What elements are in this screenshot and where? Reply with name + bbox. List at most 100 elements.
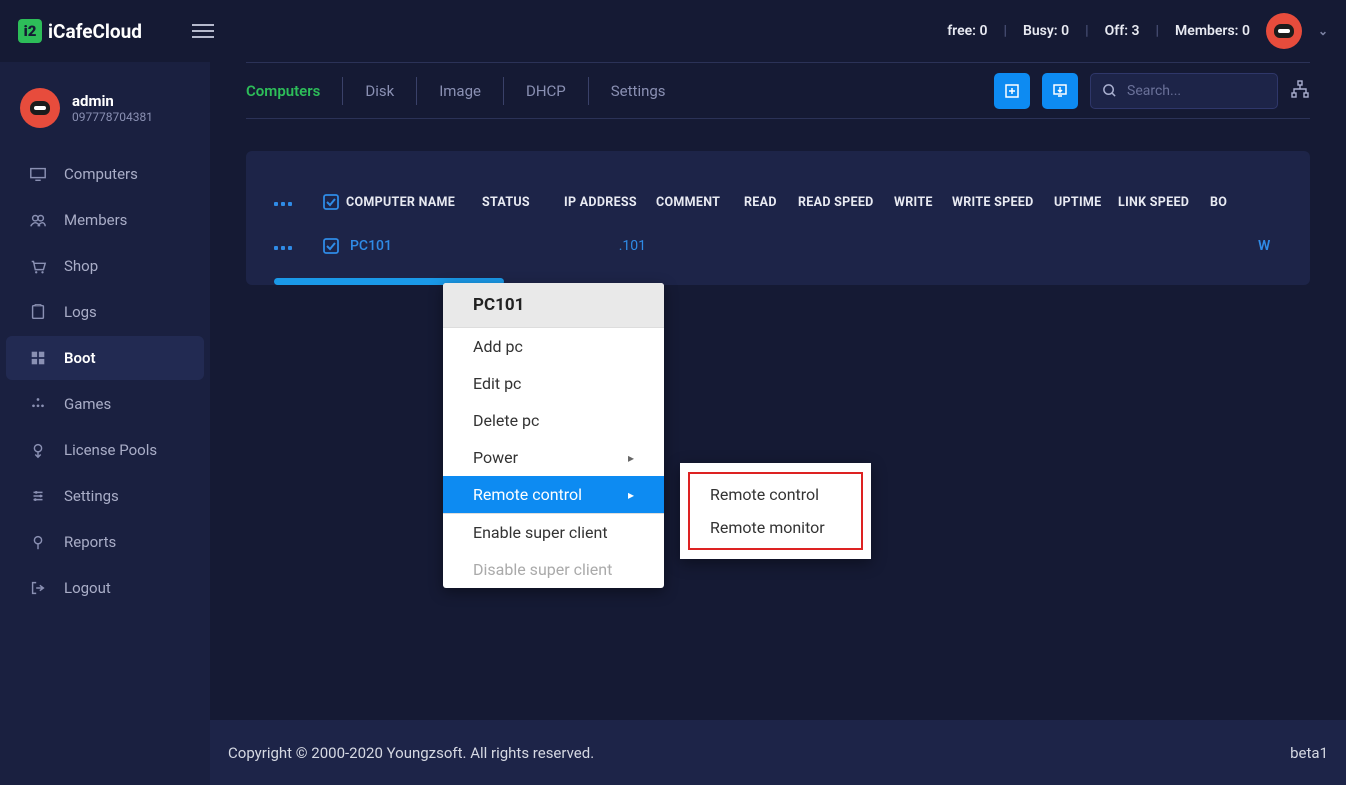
install-button[interactable] [1042,73,1078,109]
main-panel: ComputersDiskImageDHCPSettings [210,62,1346,785]
logs-icon [28,303,48,321]
games-icon [28,395,48,413]
col-write-speed[interactable]: WRITE SPEED [952,195,1054,210]
shop-icon [28,257,48,275]
tabs-row: ComputersDiskImageDHCPSettings [246,62,1310,119]
search-icon [1091,83,1127,98]
table-row[interactable]: PC101 .101 W [246,225,1310,285]
sidebar-item-reports[interactable]: Reports [6,520,204,564]
brand-text: iCafeCloud [48,20,142,43]
license-icon [28,441,48,459]
context-menu: PC101 Add pcEdit pcDelete pcPowerRemote … [443,283,664,588]
col-boot[interactable]: BO [1210,195,1234,210]
ctx-delete-pc[interactable]: Delete pc [443,402,664,439]
sidebar-user: admin 097778704381 [0,80,210,150]
col-read[interactable]: READ [744,195,798,210]
separator: | [1156,23,1160,39]
footer-version: beta1 [1290,744,1328,762]
col-comment[interactable]: COMMENT [656,195,744,210]
sidebar-item-label: License Pools [64,441,157,459]
row-actions-header[interactable] [274,195,322,210]
topbar-left: i2 iCafeCloud [18,19,214,43]
tab-settings[interactable]: Settings [589,77,688,105]
cell-ip: .101 [564,238,656,254]
cell-boot: W [1258,238,1282,254]
sidebar-item-label: Boot [64,349,96,367]
chevron-down-icon[interactable]: ⌄ [1318,24,1328,38]
checkbox-checked-icon[interactable] [322,237,340,255]
checkbox-checked-icon [322,193,340,211]
topbar: i2 iCafeCloud free: 0 | Busy: 0 | Off: 3… [0,0,1346,62]
tab-image[interactable]: Image [417,77,504,105]
cell-name: PC101 [322,237,482,255]
sidebar-item-label: Logout [64,579,111,597]
sidebar-item-computers[interactable]: Computers [6,152,204,196]
sidebar-item-label: Settings [64,487,119,505]
sidebar-item-shop[interactable]: Shop [6,244,204,288]
ctx-power[interactable]: Power [443,439,664,476]
ninja-icon [1274,24,1294,38]
col-link-speed[interactable]: LINK SPEED [1118,195,1210,210]
ctx-edit-pc[interactable]: Edit pc [443,365,664,402]
sidebar-item-label: Logs [64,303,97,321]
sidebar-item-logout[interactable]: Logout [6,566,204,610]
table-header: COMPUTER NAME STATUS IP ADDRESS COMMENT … [246,179,1310,225]
status-busy: Busy: 0 [1023,23,1069,39]
settings-icon [28,487,48,505]
ctx-add-pc[interactable]: Add pc [443,328,664,365]
col-status[interactable]: STATUS [482,195,564,210]
sidebar-item-settings[interactable]: Settings [6,474,204,518]
tab-dhcp[interactable]: DHCP [504,77,589,105]
boot-icon [28,349,48,367]
menu-toggle-icon[interactable] [192,24,214,38]
network-view-icon[interactable] [1290,79,1310,103]
reports-icon [28,533,48,551]
col-read-speed[interactable]: READ SPEED [798,195,894,210]
sidebar-item-boot[interactable]: Boot [6,336,204,380]
logo-mark-icon: i2 [18,19,42,43]
search-box [1090,73,1278,109]
sidebar-item-label: Members [64,211,127,229]
add-pc-button[interactable] [994,73,1030,109]
sidebar-item-label: Shop [64,257,98,275]
context-submenu: Remote controlRemote monitor [680,463,871,559]
ninja-icon [30,101,50,115]
submenu-remote-monitor[interactable]: Remote monitor [690,511,861,544]
sidebar-item-games[interactable]: Games [6,382,204,426]
footer: Copyright © 2000-2020 Youngzsoft. All ri… [210,720,1346,785]
separator: | [1003,23,1007,39]
computers-icon [28,165,48,183]
sidebar-item-logs[interactable]: Logs [6,290,204,334]
row-menu-button[interactable] [274,238,322,254]
col-write[interactable]: WRITE [894,195,952,210]
submenu-remote-control[interactable]: Remote control [690,478,861,511]
sidebar-username: admin [72,92,153,110]
sidebar-avatar [20,88,60,128]
search-input[interactable] [1127,83,1277,99]
sidebar-item-label: Games [64,395,111,413]
status-free: free: 0 [947,23,987,39]
sidebar-userid: 097778704381 [72,110,153,124]
col-computer-name[interactable]: COMPUTER NAME [322,193,482,211]
ctx-remote-control[interactable]: Remote control [443,476,664,513]
col-ip[interactable]: IP ADDRESS [564,195,656,210]
ctx-disable-super-client: Disable super client [443,551,664,588]
status-off: Off: 3 [1105,23,1140,39]
sidebar: admin 097778704381 Computers Members Shop L… [0,62,210,785]
brand-logo[interactable]: i2 iCafeCloud [18,19,142,43]
plus-square-icon [1004,83,1020,99]
ctx-enable-super-client[interactable]: Enable super client [443,513,664,551]
sidebar-item-members[interactable]: Members [6,198,204,242]
status-members: Members: 0 [1175,23,1250,39]
tabs: ComputersDiskImageDHCPSettings [246,63,688,118]
tab-disk[interactable]: Disk [343,77,417,105]
user-avatar[interactable] [1266,13,1302,49]
footer-copyright: Copyright © 2000-2020 Youngzsoft. All ri… [228,744,594,762]
tab-computers[interactable]: Computers [246,77,343,105]
sidebar-item-license[interactable]: License Pools [6,428,204,472]
download-screen-icon [1052,83,1068,99]
sidebar-item-label: Computers [64,165,138,183]
col-uptime[interactable]: UPTIME [1054,195,1118,210]
context-menu-title: PC101 [443,283,664,328]
separator: | [1085,23,1089,39]
